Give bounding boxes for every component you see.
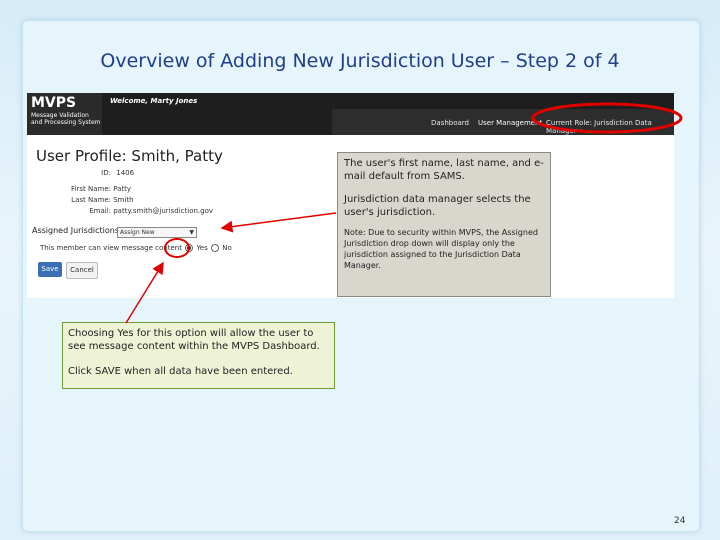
cancel-button[interactable]: Cancel [66, 262, 98, 279]
callout-profile-notes: The user's first name, last name, and e-… [337, 152, 551, 297]
callout-view-content: Choosing Yes for this option will allow … [62, 322, 335, 389]
view-content-option: This member can view message content Yes… [40, 244, 232, 252]
yes-label: Yes [196, 244, 208, 252]
first-name-value: Patty [113, 185, 132, 193]
last-name-value: Smith [113, 196, 134, 204]
callout-save-text: Click SAVE when all data have been enter… [68, 366, 293, 377]
email-value: patty.smith@jurisdiction.gov [113, 207, 214, 215]
yes-radio[interactable] [185, 244, 194, 252]
first-name-field: First Name: Patty [37, 185, 131, 193]
first-name-label: First Name: [71, 185, 111, 193]
welcome-text: Welcome, Marty Jones [110, 97, 198, 105]
no-radio[interactable] [210, 244, 219, 252]
last-name-field: Last Name: Smith [37, 196, 134, 204]
app-logo: MVPS Message Validation and Processing S… [27, 93, 102, 135]
email-field: Email: patty.smith@jurisdiction.gov [37, 207, 213, 215]
callout-note-text: Note: Due to security within MVPS, the A… [344, 228, 538, 270]
assigned-jurisdictions-select[interactable]: Assign New ▼ [117, 227, 197, 238]
assigned-jurisdictions-label: Assigned Jurisdictions [32, 226, 120, 235]
callout-jurisdiction-text: Jurisdiction data manager selects the us… [344, 194, 531, 218]
nav-current-role[interactable]: Current Role: Jurisdiction Data Manager … [546, 119, 674, 135]
id-value: 1406 [116, 169, 135, 177]
no-label: No [222, 244, 232, 252]
assigned-jurisdictions-value: Assign New [120, 229, 155, 236]
last-name-label: Last Name: [71, 196, 111, 204]
view-content-label: This member can view message content [40, 244, 182, 252]
save-button[interactable]: Save [38, 262, 62, 277]
callout-yes-text: Choosing Yes for this option will allow … [68, 328, 320, 352]
email-label: Email: [89, 207, 111, 215]
callout-sams-text: The user's first name, last name, and e-… [344, 158, 544, 182]
logo-text: MVPS [31, 95, 77, 111]
top-bar: MVPS Message Validation and Processing S… [27, 93, 674, 135]
nav-user-management[interactable]: User Management [478, 119, 542, 127]
nav-dashboard[interactable]: Dashboard [431, 119, 469, 127]
id-label: ID: [101, 169, 111, 177]
page-title: User Profile: Smith, Patty [36, 147, 223, 165]
logo-subtitle: Message Validation and Processing System [31, 112, 101, 126]
slide-title: Overview of Adding New Jurisdiction User… [100, 50, 620, 72]
chevron-down-icon: ▼ [189, 229, 194, 236]
id-field: ID: 1406 [37, 169, 134, 177]
page-number: 24 [674, 516, 686, 526]
